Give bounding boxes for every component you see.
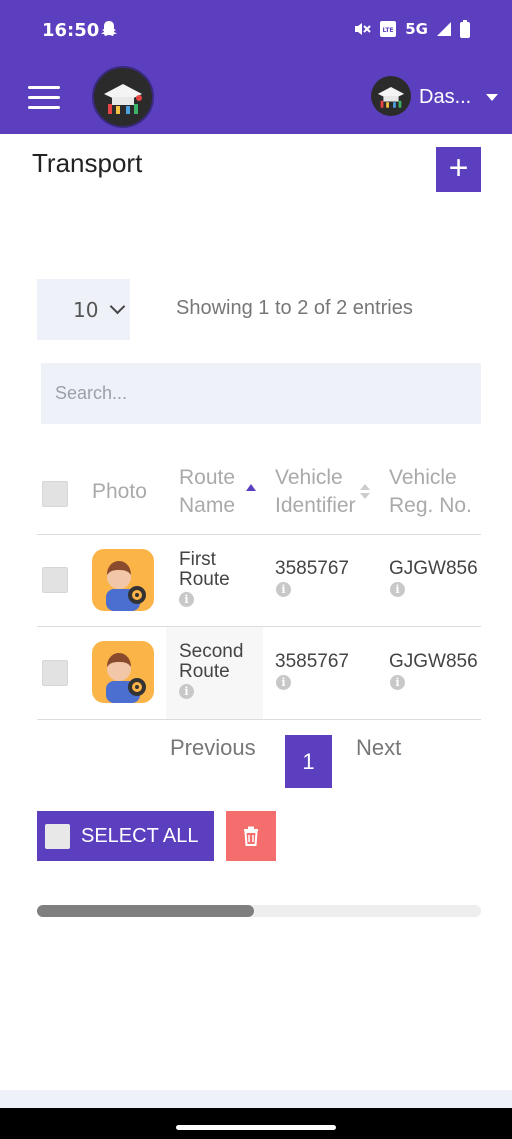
status-icons: LTE 5G: [353, 20, 470, 38]
info-icon[interactable]: i: [179, 592, 194, 607]
info-icon[interactable]: i: [390, 675, 405, 690]
app-header: Das...: [0, 62, 512, 134]
select-all-checkbox-icon: [45, 823, 70, 849]
sort-icon: [360, 484, 370, 490]
info-icon[interactable]: i: [179, 684, 194, 699]
signal-icon: [437, 22, 451, 36]
app-logo[interactable]: [92, 66, 154, 128]
status-bar: 16:50 LTE 5G: [0, 0, 512, 62]
select-all-checkbox[interactable]: [42, 481, 68, 507]
plus-icon: +: [448, 149, 469, 187]
user-name[interactable]: Das...: [419, 86, 471, 109]
row-divider: [37, 534, 481, 535]
footer-strip: [0, 1090, 512, 1110]
user-avatar[interactable]: [371, 76, 411, 116]
vehicle-identifier: 3585767: [275, 558, 349, 579]
search-input[interactable]: [41, 363, 481, 424]
row-divider: [37, 719, 481, 720]
row-checkbox[interactable]: [42, 660, 68, 686]
page-button-1[interactable]: 1: [285, 735, 332, 788]
page-title: Transport: [32, 148, 143, 178]
status-time: 16:50: [42, 20, 100, 41]
delete-button[interactable]: [226, 811, 276, 861]
route-name-line1[interactable]: First: [179, 550, 216, 570]
sort-asc-icon: [246, 484, 256, 491]
transport-table: Photo Route Name Vehicle Identifier Vehi…: [37, 450, 481, 720]
column-header-vehicle-reg-line1: Vehicle: [389, 466, 457, 489]
caret-down-icon[interactable]: [486, 94, 498, 101]
svg-text:LTE: LTE: [383, 27, 394, 34]
route-name-line2[interactable]: Route: [179, 570, 230, 590]
mute-icon: [355, 23, 371, 35]
menu-icon[interactable]: [28, 86, 60, 110]
table-info: Showing 1 to 2 of 2 entries: [176, 297, 413, 319]
previous-page-button[interactable]: Previous: [170, 735, 256, 761]
route-name-line1[interactable]: Second: [179, 642, 243, 662]
route-name-line2[interactable]: Route: [179, 662, 230, 682]
trash-icon: [244, 826, 258, 846]
snapchat-notification-icon: [100, 20, 118, 42]
network-label: 5G: [405, 20, 428, 38]
add-button[interactable]: +: [436, 147, 481, 192]
vehicle-reg: GJGW856: [389, 558, 478, 579]
chevron-down-icon: [110, 298, 126, 315]
sort-icon-down: [360, 493, 370, 499]
column-header-route-name-line2: Name: [179, 494, 236, 517]
battery-icon: [460, 20, 470, 38]
info-icon[interactable]: i: [276, 675, 291, 690]
select-all-label: SELECT ALL: [81, 824, 199, 847]
page-length-select[interactable]: 10: [37, 279, 130, 340]
row-checkbox[interactable]: [42, 567, 68, 593]
vehicle-identifier: 3585767: [275, 651, 349, 672]
info-icon[interactable]: i: [276, 582, 291, 597]
driver-avatar: [92, 641, 154, 703]
page-length-value: 10: [73, 297, 99, 322]
column-header-vehicle-identifier-line1: Vehicle: [275, 466, 343, 489]
system-nav-bar: [0, 1108, 512, 1139]
volte-icon: LTE: [380, 21, 397, 37]
select-all-button[interactable]: SELECT ALL: [37, 811, 214, 861]
driver-avatar: [92, 549, 154, 611]
vehicle-reg: GJGW856: [389, 651, 478, 672]
column-header-vehicle-reg-line2: Reg. No.: [389, 494, 472, 517]
home-gesture-handle[interactable]: [176, 1125, 336, 1130]
column-header-vehicle-identifier-line2: Identifier: [275, 494, 356, 517]
scrollbar-thumb[interactable]: [37, 905, 254, 917]
info-icon[interactable]: i: [390, 582, 405, 597]
next-page-button[interactable]: Next: [356, 735, 401, 761]
column-header-route-name-line1: Route: [179, 466, 236, 489]
column-header-photo: Photo: [92, 480, 147, 503]
